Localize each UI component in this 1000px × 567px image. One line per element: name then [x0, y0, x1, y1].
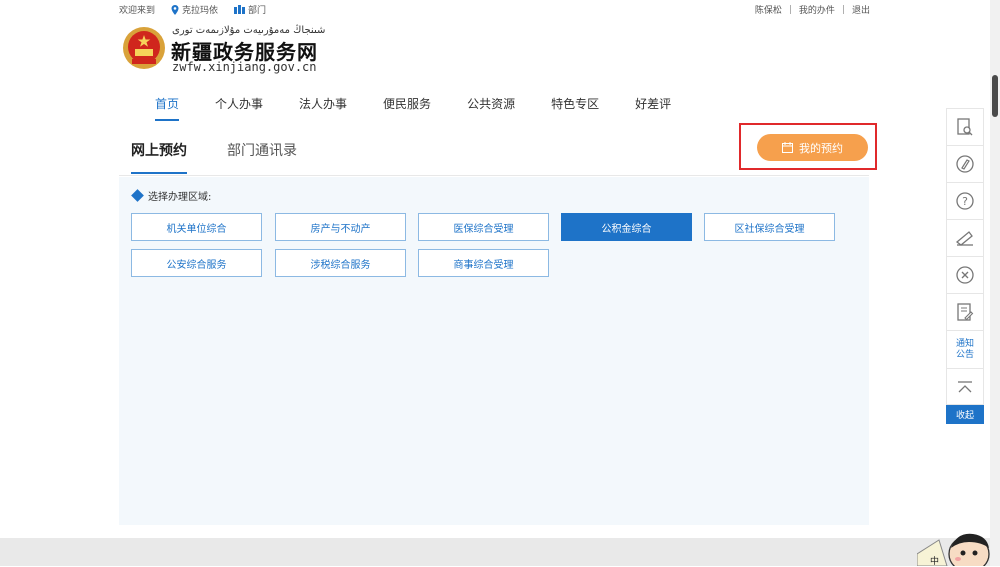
search-tool[interactable]: [946, 108, 984, 145]
my-appointment-label: 我的预约: [799, 141, 843, 155]
message-tool[interactable]: [946, 219, 984, 256]
nav-special-zone[interactable]: 特色专区: [551, 95, 599, 117]
nav-personal[interactable]: 个人办事: [215, 95, 263, 117]
help-tool[interactable]: ?: [946, 182, 984, 219]
top-bar: 欢迎来到 克拉玛依 部门 陈保松 | 我的办件 | 退出: [0, 0, 990, 18]
region-button-active[interactable]: 公积金综合: [561, 213, 692, 241]
department-selector[interactable]: 部门: [234, 3, 266, 16]
nav-home[interactable]: 首页: [155, 95, 180, 121]
location-pin-icon: [171, 4, 179, 15]
cancel-tool[interactable]: [946, 256, 984, 293]
separator: |: [841, 4, 845, 15]
pen-circle-icon: [956, 155, 974, 173]
scrollbar-thumb[interactable]: [992, 75, 998, 117]
edit-tool[interactable]: [946, 293, 984, 330]
back-to-top-tool[interactable]: [946, 368, 984, 405]
mascot-icon[interactable]: [917, 528, 990, 566]
diamond-icon: [131, 189, 144, 202]
region-button[interactable]: 机关单位综合: [131, 213, 262, 241]
calendar-icon: [782, 142, 793, 153]
paper-plane-icon: [955, 231, 973, 246]
region-panel: 选择办理区域: 机关单位综合 房产与不动产 医保综合受理 公积金综合 区社保综合…: [119, 177, 869, 525]
tab-online-appointment[interactable]: 网上预约: [131, 140, 187, 174]
svg-text:?: ?: [962, 195, 968, 208]
main-nav: 首页 个人办事 法人办事 便民服务 公共资源 特色专区 好差评: [155, 95, 707, 121]
help-icon: ?: [956, 192, 974, 210]
mascot-label: 中: [930, 557, 940, 567]
nav-rating[interactable]: 好差评: [635, 95, 671, 117]
department-label: 部门: [248, 6, 267, 16]
region-title: 选择办理区域:: [131, 188, 212, 203]
nav-legal-entity[interactable]: 法人办事: [299, 95, 347, 117]
my-appointment-button[interactable]: 我的预约: [757, 134, 868, 161]
location-selector[interactable]: 克拉玛依: [171, 3, 218, 16]
my-affairs-link[interactable]: 我的办件: [799, 3, 835, 16]
site-name-uyghur: شىنجاڭ مەمۇرىيەت مۇلازىمەت تورى: [172, 25, 326, 36]
region-button[interactable]: 涉税综合服务: [275, 249, 406, 277]
close-circle-icon: [956, 266, 974, 284]
document-search-icon: [957, 118, 973, 136]
nav-public-resources[interactable]: 公共资源: [467, 95, 515, 117]
tab-department-directory[interactable]: 部门通讯录: [227, 140, 297, 160]
region-button[interactable]: 公安综合服务: [131, 249, 262, 277]
region-button[interactable]: 区社保综合受理: [704, 213, 835, 241]
right-toolbar: ? 通知 公告 收起: [946, 108, 984, 424]
site-url: zwfw.xinjiang.gov.cn: [172, 60, 317, 74]
user-name-link[interactable]: 陈保松: [755, 3, 782, 16]
region-button[interactable]: 房产与不动产: [275, 213, 406, 241]
national-emblem-icon: [123, 27, 165, 69]
notice-label-1: 通知: [955, 338, 974, 349]
collapse-button[interactable]: 收起: [946, 405, 984, 424]
edit-document-icon: [957, 303, 974, 321]
logout-link[interactable]: 退出: [852, 3, 870, 16]
notice-tool[interactable]: 通知 公告: [946, 330, 984, 368]
region-title-text: 选择办理区域:: [148, 192, 212, 203]
notice-label-2: 公告: [955, 349, 974, 360]
back-to-top-icon: [958, 380, 972, 392]
separator: |: [788, 4, 792, 15]
nav-convenience[interactable]: 便民服务: [383, 95, 431, 117]
region-button[interactable]: 商事综合受理: [418, 249, 549, 277]
footer-band: [0, 538, 990, 566]
location-label: 克拉玛依: [182, 6, 219, 16]
site-logo[interactable]: شىنجاڭ مەمۇرىيەت مۇلازىمەت تورى 新疆政务服务网 …: [122, 25, 342, 77]
page-scrollbar[interactable]: [990, 0, 1000, 566]
region-button[interactable]: 医保综合受理: [418, 213, 549, 241]
welcome-text: 欢迎来到: [119, 6, 156, 16]
department-icon: [234, 5, 246, 14]
feedback-tool[interactable]: [946, 145, 984, 182]
